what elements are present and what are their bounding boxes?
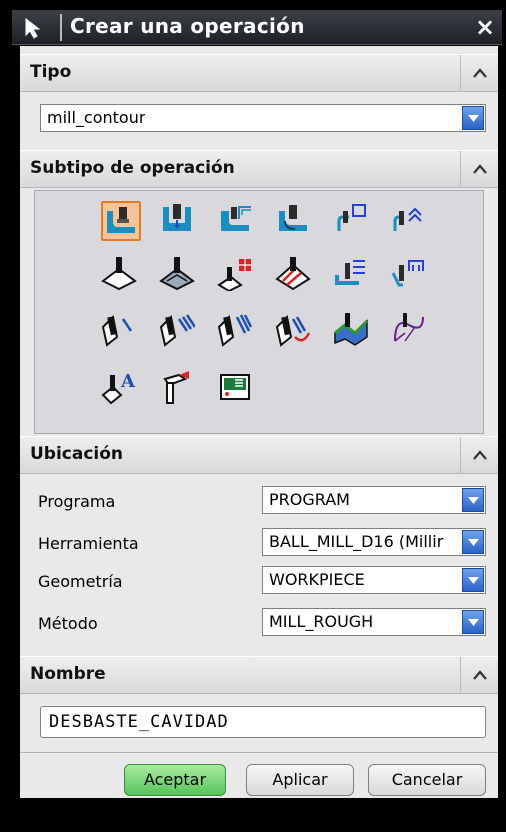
cursor-arrow-icon [25,17,41,39]
chevron-up-icon [473,670,487,680]
method-select[interactable]: MILL_ROUGH [262,608,486,636]
flowcut-multiple-icon[interactable] [159,311,199,351]
mill-user-icon[interactable] [159,369,199,409]
method-label: Método [38,614,98,633]
geometry-label: Geometría [38,572,123,591]
chevron-down-icon[interactable] [462,610,484,634]
streamline-icon[interactable] [275,255,315,295]
contour-profile-icon[interactable] [391,311,431,351]
footer-divider [20,752,498,753]
dialog-title: Crear una operación [70,14,305,38]
chevron-up-icon [473,164,487,174]
flowcut-single-icon[interactable] [101,311,141,351]
operation-subtype-grid: A [34,190,484,434]
geometry-select-value: WORKPIECE [269,570,365,589]
section-ubicacion-title: Ubicación [30,444,124,464]
fixed-contour-icon[interactable] [101,255,141,295]
chevron-up-icon [473,450,487,460]
name-input[interactable]: DESBASTE_CAVIDAD [40,706,486,738]
section-subtipo-header[interactable]: Subtipo de operación [20,150,498,188]
contour-surface-area-icon[interactable] [217,255,257,295]
corner-rough-icon[interactable] [217,201,257,241]
title-bar[interactable]: Crear una operación × [12,10,502,45]
solid-profile-3d-icon[interactable] [333,311,373,351]
section-tipo-title: Tipo [30,62,72,82]
geometry-select[interactable]: WORKPIECE [262,566,486,594]
name-input-value: DESBASTE_CAVIDAD [49,712,229,732]
zlevel-profile-icon[interactable] [333,201,373,241]
section-tipo-header[interactable]: Tipo [20,54,498,92]
contour-area-non-steep-icon[interactable] [333,255,373,295]
collapse-ubicacion-button[interactable] [460,437,498,474]
zlevel-corner-icon[interactable] [391,201,431,241]
chevron-down-icon[interactable] [462,488,484,512]
collapse-tipo-button[interactable] [460,55,498,92]
title-separator [60,14,62,41]
section-subtipo-title: Subtipo de operación [30,158,235,178]
tipo-select-value: mill_contour [47,108,146,127]
program-select-value: PROGRAM [269,490,350,509]
close-icon[interactable]: × [472,14,498,40]
plunge-milling-icon[interactable] [159,201,199,241]
section-nombre-header[interactable]: Nombre [20,656,498,694]
flowcut-smooth-icon[interactable] [275,311,315,351]
tool-label: Herramienta [38,534,139,553]
chevron-down-icon[interactable] [462,568,484,592]
contour-area-icon[interactable] [159,255,199,295]
tool-select[interactable]: BALL_MILL_D16 (Millir [262,528,486,556]
method-select-value: MILL_ROUGH [269,612,374,631]
tipo-select[interactable]: mill_contour [40,104,486,132]
apply-button[interactable]: Aplicar [246,764,354,796]
program-label: Programa [38,492,116,511]
svg-text:A: A [120,371,136,392]
contour-area-dir-steep-icon[interactable] [391,255,431,295]
mill-control-icon[interactable] [217,369,257,409]
chevron-down-icon[interactable] [462,106,484,130]
program-select[interactable]: PROGRAM [262,486,486,514]
tool-select-value: BALL_MILL_D16 (Millir [269,532,444,551]
section-ubicacion-header[interactable]: Ubicación [20,436,498,474]
cancel-button[interactable]: Cancelar [368,764,486,796]
contour-text-icon[interactable]: A [101,369,141,409]
rest-milling-icon[interactable] [275,201,315,241]
flowcut-ref-tool-icon[interactable] [217,311,257,351]
section-nombre-title: Nombre [30,664,106,684]
collapse-nombre-button[interactable] [460,657,498,694]
chevron-up-icon [473,68,487,78]
cavity-mill-icon[interactable] [101,201,141,241]
collapse-subtipo-button[interactable] [460,151,498,188]
ok-button[interactable]: Aceptar [124,764,226,796]
chevron-down-icon[interactable] [462,530,484,554]
